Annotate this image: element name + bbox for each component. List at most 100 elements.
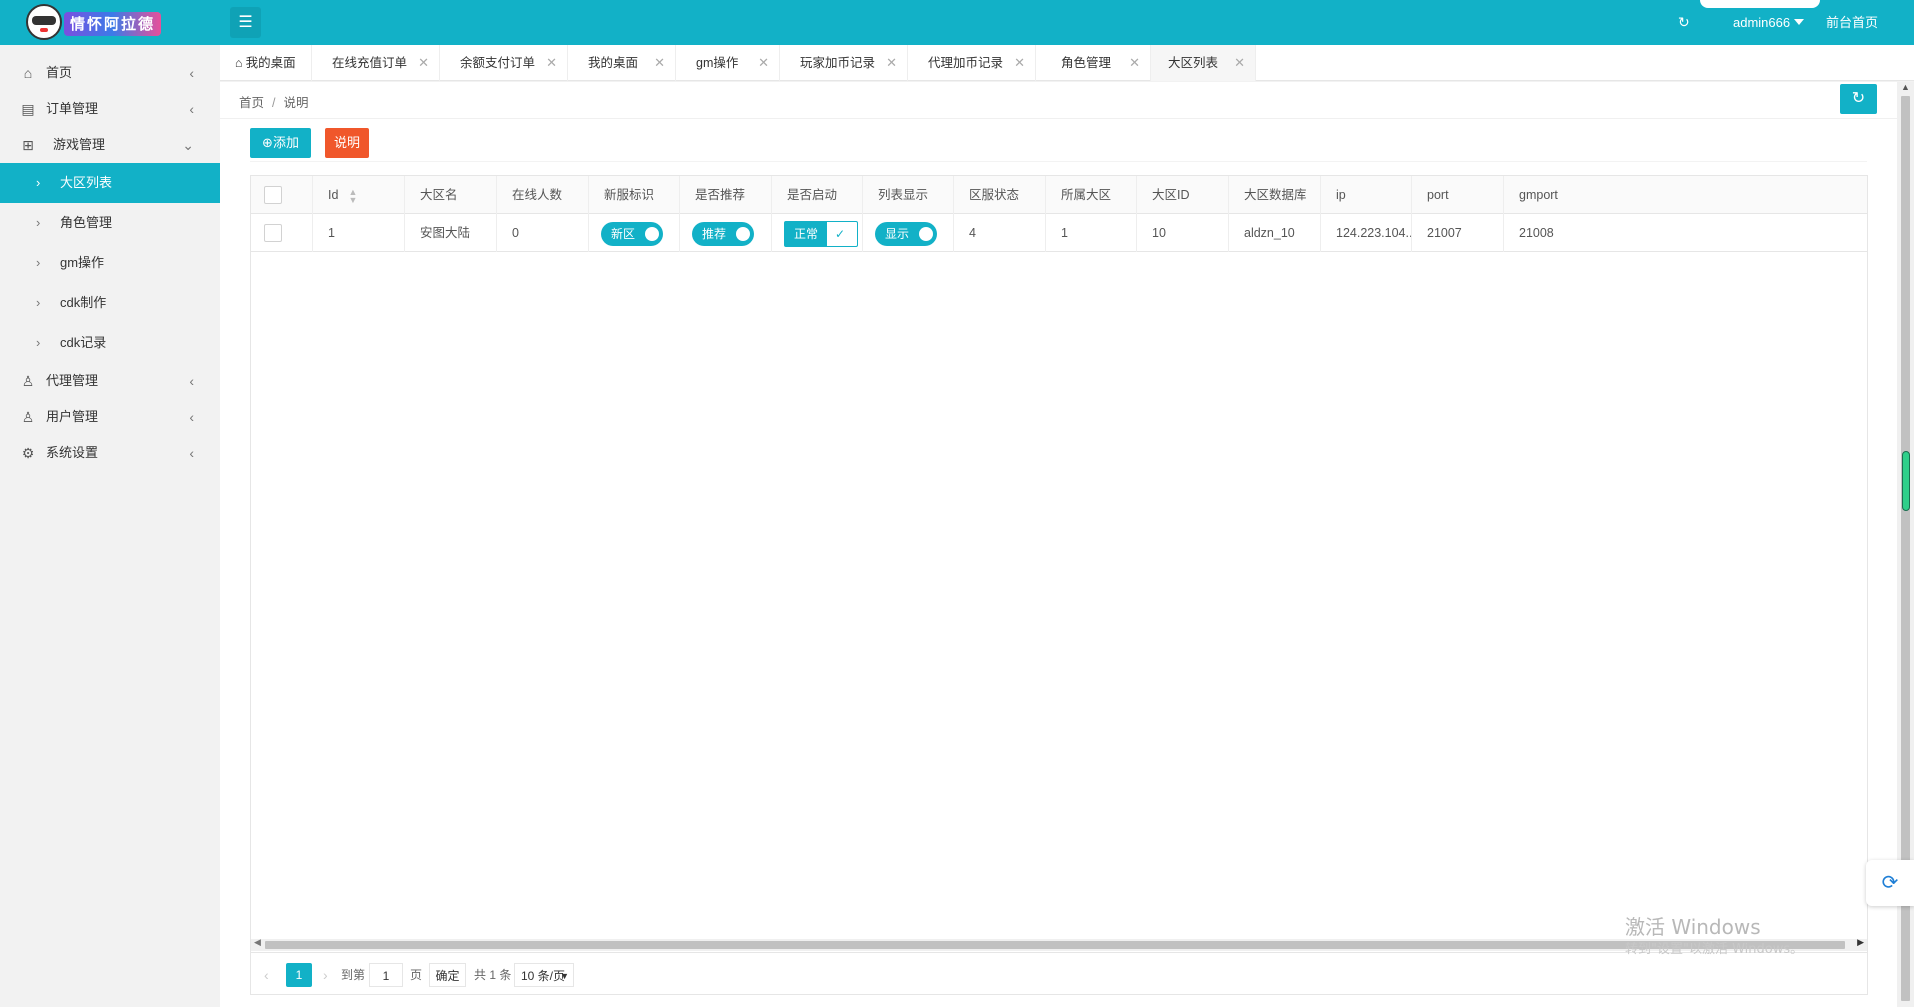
- row-checkbox[interactable]: [264, 224, 282, 242]
- column-header-id[interactable]: Id ▲ ▼: [313, 176, 405, 214]
- front-home-link[interactable]: 前台首页: [1826, 0, 1878, 45]
- floating-scroll-handle[interactable]: [1902, 451, 1910, 511]
- close-icon[interactable]: ✕: [886, 45, 897, 81]
- add-button[interactable]: ⊕添加: [250, 128, 311, 158]
- switch-label: 推荐: [702, 227, 727, 241]
- assistant-float-icon[interactable]: ⟳: [1866, 860, 1914, 906]
- sidebar-item-label: 订单管理: [46, 101, 99, 116]
- sitemap-icon: ⊞: [22, 137, 34, 153]
- goto-confirm-button[interactable]: 确定: [429, 963, 466, 987]
- plus-circle-icon: ⊕: [262, 135, 273, 150]
- sidebar-subitem-zone-list[interactable]: › 大区列表: [0, 163, 220, 203]
- table-row: 1 安图大陆 0 新区 推荐 正常 ✓ 显示 4 1 10 aldzn_10 12…: [251, 214, 1867, 252]
- current-page[interactable]: 1: [286, 963, 312, 987]
- sidebar-item-home[interactable]: ⌂ 首页 ‹: [0, 55, 220, 91]
- chevron-left-icon: ‹: [189, 445, 194, 461]
- sidebar-subitem-label: gm操作: [60, 255, 105, 270]
- tab-label: 我的桌面: [588, 56, 639, 70]
- goto-page-input[interactable]: 1: [369, 963, 403, 987]
- scrollbar-thumb[interactable]: [265, 941, 1845, 949]
- sidebar-subitem-label: 角色管理: [60, 215, 113, 230]
- list-show-switch[interactable]: 显示: [875, 222, 937, 246]
- new-flag-switch[interactable]: 新区: [601, 222, 663, 246]
- chevron-left-icon: ‹: [189, 101, 194, 117]
- select-all-checkbox[interactable]: [264, 186, 282, 204]
- close-icon[interactable]: ✕: [546, 45, 557, 81]
- close-icon[interactable]: ✕: [418, 45, 429, 81]
- sidebar-item-settings[interactable]: ⚙ 系统设置 ‹: [0, 435, 220, 471]
- chevron-left-icon: ‹: [189, 409, 194, 425]
- divider: [250, 161, 1867, 162]
- table-header: Id ▲ ▼ 大区名 在线人数 新服标识 是否推荐 是否启动 列表显示 区服状态 所…: [251, 176, 1867, 214]
- tab-agent-coin[interactable]: 代理加币记录 ✕: [908, 45, 1036, 81]
- cell-port: 21007: [1412, 214, 1504, 252]
- sidebar-item-orders[interactable]: ▤ 订单管理 ‹: [0, 91, 220, 127]
- page-size-value: 10 条/页: [521, 969, 566, 983]
- gear-icon: ⚙: [21, 445, 35, 461]
- prev-page-icon[interactable]: ‹: [264, 963, 269, 987]
- page-unit-label: 页: [410, 968, 423, 982]
- scroll-left-icon[interactable]: ◀: [254, 937, 261, 948]
- column-header-status: 区服状态: [954, 176, 1046, 214]
- tab-roles[interactable]: 角色管理 ✕: [1036, 45, 1151, 81]
- tab-desktop[interactable]: 我的桌面 ✕: [568, 45, 676, 81]
- main-content: 首页 / 说明 ↻ ⊕添加 说明 Id ▲ ▼ 大区名 在线人数 新服标识 是否推荐 是…: [220, 82, 1897, 1007]
- tab-player-coin[interactable]: 玩家加币记录 ✕: [780, 45, 908, 81]
- close-icon[interactable]: ✕: [1014, 45, 1025, 81]
- close-icon[interactable]: ✕: [758, 45, 769, 81]
- recommend-switch[interactable]: 推荐: [692, 222, 754, 246]
- sidebar-subitem-roles[interactable]: › 角色管理: [0, 203, 220, 243]
- tab-online-recharge[interactable]: 在线充值订单 ✕: [312, 45, 440, 81]
- tab-label: gm操作: [696, 56, 739, 70]
- tab-balance-orders[interactable]: 余额支付订单 ✕: [440, 45, 568, 81]
- caret-down-icon: [1794, 19, 1805, 25]
- chevron-left-icon: ‹: [189, 65, 194, 81]
- refresh-icon[interactable]: ↻: [1678, 0, 1690, 45]
- chevron-down-icon: ▼: [560, 971, 569, 981]
- site-logo[interactable]: 情怀阿拉德: [20, 2, 205, 42]
- sidebar-item-agent[interactable]: ♙ 代理管理 ‹: [0, 363, 220, 399]
- switch-knob: [645, 227, 659, 241]
- help-button[interactable]: 说明: [325, 128, 369, 158]
- sidebar-item-user[interactable]: ♙ 用户管理 ‹: [0, 399, 220, 435]
- breadcrumb-current: 说明: [283, 96, 309, 110]
- tab-desktop-home[interactable]: ⌂ 我的桌面: [220, 45, 312, 81]
- close-icon[interactable]: ✕: [1129, 45, 1140, 81]
- refresh-button[interactable]: ↻: [1840, 84, 1877, 114]
- chevron-right-icon: ›: [36, 175, 41, 190]
- check-icon: ✓: [835, 227, 846, 241]
- tab-zone-list[interactable]: 大区列表 ✕: [1151, 45, 1256, 81]
- scroll-right-icon[interactable]: ▶: [1857, 937, 1864, 948]
- goto-label: 到第: [341, 968, 366, 982]
- close-icon[interactable]: ✕: [654, 45, 665, 81]
- column-header-list-show: 列表显示: [863, 176, 954, 214]
- menu-toggle-button[interactable]: ☰: [230, 7, 261, 38]
- sidebar-subitem-cdk-log[interactable]: › cdk记录: [0, 323, 220, 363]
- row-select-cell: [251, 214, 313, 252]
- sidebar: ⌂ 首页 ‹ ▤ 订单管理 ‹ ⊞ 游戏管理 ⌄ › 大区列表 › 角色管理 ›…: [0, 45, 220, 1007]
- sidebar-item-game[interactable]: ⊞ 游戏管理 ⌄: [0, 127, 220, 163]
- page-size-select[interactable]: 10 条/页 ▼: [514, 963, 574, 987]
- sidebar-subitem-gm[interactable]: › gm操作: [0, 243, 220, 283]
- cell-enabled: 正常 ✓: [772, 214, 863, 252]
- sidebar-item-label: 代理管理: [46, 373, 99, 388]
- next-page-icon[interactable]: ›: [323, 963, 328, 987]
- tab-gm[interactable]: gm操作 ✕: [676, 45, 780, 81]
- cell-recommend: 推荐: [680, 214, 772, 252]
- sort-icon[interactable]: ▲ ▼: [348, 187, 357, 204]
- user-menu[interactable]: admin666: [1733, 0, 1805, 45]
- sidebar-subitem-cdk-create[interactable]: › cdk制作: [0, 283, 220, 323]
- column-header-port: port: [1412, 176, 1504, 214]
- select-all-cell: [251, 176, 313, 214]
- user-icon: ♙: [21, 409, 35, 425]
- enabled-checkbox[interactable]: 正常 ✓: [784, 221, 858, 247]
- breadcrumb-home[interactable]: 首页: [239, 96, 264, 110]
- column-header-online: 在线人数: [497, 176, 589, 214]
- switch-knob: [919, 227, 933, 241]
- cell-name: 安图大陆: [405, 214, 497, 252]
- users-icon: ♙: [21, 373, 35, 389]
- cell-id: 1: [313, 214, 405, 252]
- close-icon[interactable]: ✕: [1234, 45, 1245, 81]
- home-icon: ⌂: [23, 65, 33, 81]
- scroll-up-icon[interactable]: ▲: [1901, 82, 1910, 92]
